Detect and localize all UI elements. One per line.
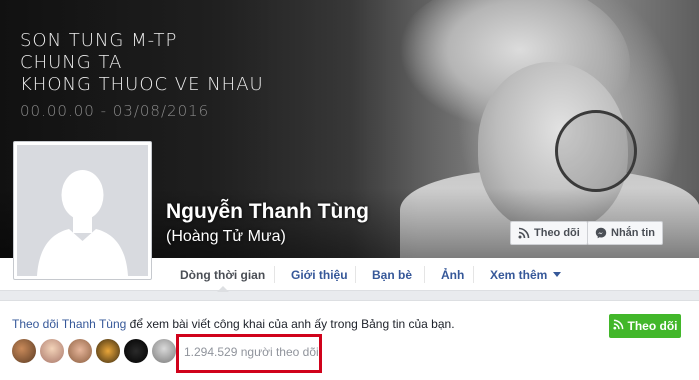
follow-button-label: Theo dõi xyxy=(627,319,678,333)
rss-icon xyxy=(612,319,624,333)
cover-caption-line-3: KHONG THUOC VE NHAU xyxy=(20,74,264,95)
cover-follow-button[interactable]: Theo dõi xyxy=(510,221,588,245)
messenger-icon xyxy=(595,227,607,239)
chevron-down-icon xyxy=(553,272,562,277)
cover-caption-line-2: CHUNG TA xyxy=(20,52,123,73)
tab-timeline-label: Dòng thời gian xyxy=(180,267,266,282)
default-avatar-silhouette xyxy=(17,145,148,276)
cover-caption: SON TUNG M-TP CHUNG TA KHONG THUOC VE NH… xyxy=(20,30,264,122)
follower-count[interactable]: 1.294.529 người theo dõi xyxy=(184,345,319,359)
tab-divider xyxy=(424,266,425,283)
follower-avatar[interactable] xyxy=(68,339,92,363)
follow-button[interactable]: Theo dõi xyxy=(609,314,681,338)
tab-more[interactable]: Xem thêm xyxy=(480,258,571,291)
follower-avatar[interactable] xyxy=(152,339,176,363)
tab-divider xyxy=(473,266,474,283)
profile-picture[interactable] xyxy=(13,141,152,280)
follow-prompt-link[interactable]: Theo dõi Thanh Tùng xyxy=(12,317,126,331)
follower-avatar[interactable] xyxy=(40,339,64,363)
tab-more-label: Xem thêm xyxy=(490,267,548,282)
cover-message-label: Nhắn tin xyxy=(611,227,655,239)
tab-divider xyxy=(355,266,356,283)
follow-prompt-text: để xem bài viết công khai của anh ấy tro… xyxy=(126,317,455,331)
profile-alternate-name: (Hoàng Tử Mưa) xyxy=(166,228,286,245)
follower-avatars xyxy=(12,339,176,363)
follower-avatar[interactable] xyxy=(12,339,36,363)
tab-about[interactable]: Giới thiệu xyxy=(281,258,358,291)
tab-photos[interactable]: Ảnh xyxy=(431,258,474,291)
tab-about-label: Giới thiệu xyxy=(291,267,348,282)
profile-name[interactable]: Nguyễn Thanh Tùng xyxy=(166,200,369,224)
follow-prompt: Theo dõi Thanh Tùng để xem bài viết công… xyxy=(12,317,455,331)
tab-timeline[interactable]: Dòng thời gian xyxy=(170,258,275,292)
rss-icon xyxy=(518,227,530,239)
follower-avatar[interactable] xyxy=(96,339,120,363)
tab-divider xyxy=(274,266,275,283)
tab-friends[interactable]: Bạn bè xyxy=(362,258,422,291)
cover-caption-date: 00.00.00 - 03/08/2016 xyxy=(20,102,210,120)
cover-follow-label: Theo dõi xyxy=(534,227,580,239)
follower-avatar[interactable] xyxy=(124,339,148,363)
cover-caption-line-1: SON TUNG M-TP xyxy=(20,30,178,51)
tab-photos-label: Ảnh xyxy=(441,267,465,282)
cover-message-button[interactable]: Nhắn tin xyxy=(587,221,663,245)
tab-friends-label: Bạn bè xyxy=(372,267,413,282)
